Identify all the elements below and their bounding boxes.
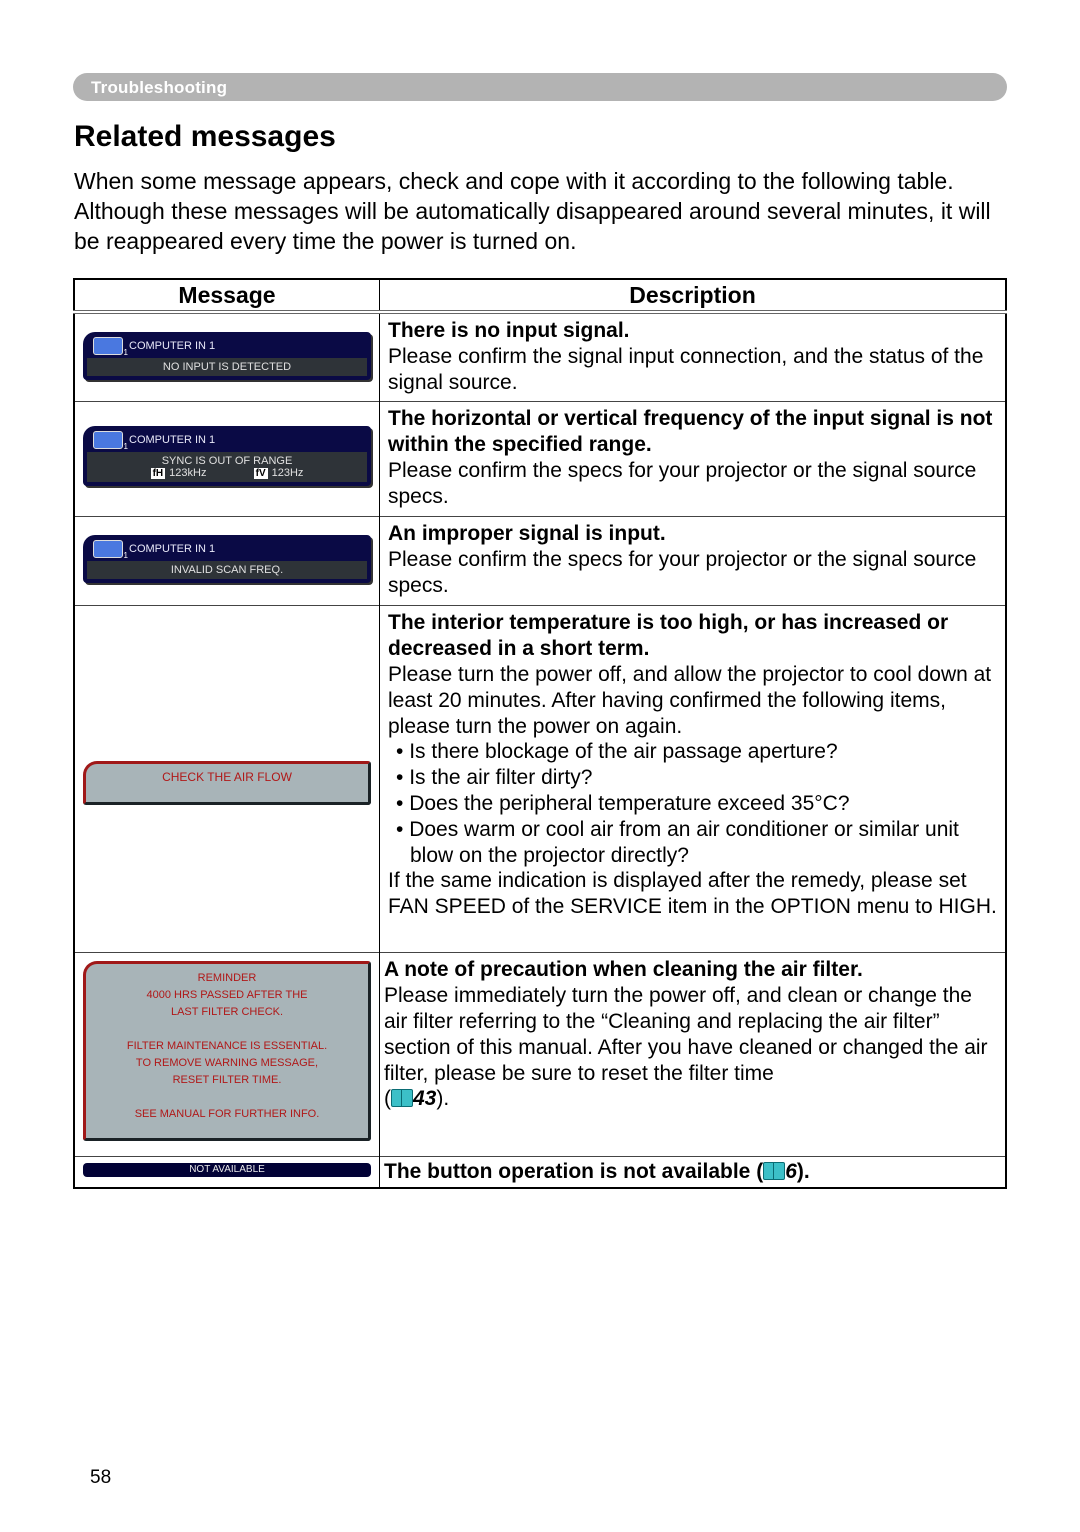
messages-table: Message Description COMPUTER IN 1 NO INP… — [73, 278, 1007, 1190]
page-number: 58 — [90, 1467, 112, 1488]
page-reference[interactable]: (6). — [756, 1160, 810, 1183]
message-cell: COMPUTER IN 1 SYNC IS OUT OF RANGE fH123… — [74, 401, 380, 517]
column-header-message: Message — [74, 279, 380, 314]
osd-message-check-air-flow: CHECK THE AIR FLOW — [83, 761, 371, 806]
osd-text: TO REMOVE WARNING MESSAGE, — [135, 1057, 319, 1070]
osd-text: FILTER MAINTENANCE IS ESSENTIAL. — [126, 1040, 328, 1053]
description-title: The button operation is not available (6… — [384, 1160, 810, 1184]
osd-message-sync-out-of-range: COMPUTER IN 1 SYNC IS OUT OF RANGE fH123… — [83, 426, 371, 487]
description-cell: An improper signal is input. Please conf… — [379, 516, 1006, 606]
osd-text: RESET FILTER TIME. — [172, 1074, 282, 1087]
description-footer: If the same indication is displayed afte… — [388, 869, 997, 919]
table-row: CHECK THE AIR FLOW The interior temperat… — [74, 605, 1006, 953]
description-cell: A note of precaution when cleaning the a… — [379, 952, 1006, 1157]
table-row: COMPUTER IN 1 NO INPUT IS DETECTED There… — [74, 311, 1006, 402]
description-body: Please immediately turn the power off, a… — [384, 984, 988, 1085]
description-body: Please confirm the specs for your projec… — [388, 548, 977, 597]
description-body: Please confirm the signal input connecti… — [388, 344, 984, 394]
message-cell: NOT AVAILABLE — [74, 1156, 380, 1189]
description-title: There is no input signal. — [388, 319, 630, 342]
checklist-item: • Does warm or cool air from an air cond… — [396, 817, 959, 867]
osd-source: COMPUTER IN 1 — [129, 543, 216, 556]
page-title: Related messages — [74, 120, 336, 153]
osd-message-filter-reminder: REMINDER 4000 HRS PASSED AFTER THE LAST … — [83, 961, 371, 1142]
osd-text: LAST FILTER CHECK. — [170, 1006, 284, 1019]
fh-icon: fH — [150, 468, 166, 480]
message-cell: CHECK THE AIR FLOW — [74, 605, 380, 953]
description-cell: There is no input signal. Please confirm… — [379, 311, 1006, 402]
page-reference[interactable]: (43). — [384, 1087, 449, 1110]
osd-source: COMPUTER IN 1 — [129, 340, 216, 352]
section-header-bar: Troubleshooting — [73, 73, 1007, 101]
fh-value: 123kHz — [169, 467, 207, 480]
checklist-item: • Is the air filter dirty? — [396, 766, 593, 790]
table-header-row: Message Description — [74, 279, 1006, 314]
description-title: The interior temperature is too high, or… — [388, 611, 949, 661]
computer-input-icon — [93, 540, 128, 560]
osd-text: SYNC IS OUT OF RANGE — [161, 455, 293, 468]
osd-text: REMINDER — [197, 972, 257, 985]
message-cell: REMINDER 4000 HRS PASSED AFTER THE LAST … — [74, 952, 380, 1157]
osd-text: INVALID SCAN FREQ. — [87, 561, 367, 580]
checklist-item: • Does the peripheral temperature exceed… — [396, 791, 850, 815]
fv-value: 123Hz — [271, 467, 304, 480]
message-cell: COMPUTER IN 1 INVALID SCAN FREQ. — [74, 516, 380, 606]
description-title: An improper signal is input. — [388, 522, 666, 546]
computer-input-icon — [93, 337, 128, 357]
osd-text: SEE MANUAL FOR FURTHER INFO. — [134, 1108, 320, 1121]
column-header-description: Description — [379, 279, 1006, 314]
computer-input-icon — [93, 431, 128, 451]
description-title: The horizontal or vertical frequency of … — [388, 407, 993, 457]
message-cell: COMPUTER IN 1 NO INPUT IS DETECTED — [74, 311, 380, 402]
fv-icon: fV — [253, 468, 268, 480]
osd-frequency-readout: fH 123kHz fV 123Hz — [87, 467, 367, 480]
description-cell: The button operation is not available (6… — [379, 1156, 1006, 1189]
description-cell: The interior temperature is too high, or… — [379, 605, 1006, 953]
checklist-item: • Is there blockage of the air passage a… — [396, 740, 838, 764]
osd-message-not-available: NOT AVAILABLE — [83, 1163, 371, 1178]
description-body: Please turn the power off, and allow the… — [388, 662, 992, 738]
table-row: REMINDER 4000 HRS PASSED AFTER THE LAST … — [74, 952, 1006, 1157]
osd-text: NO INPUT IS DETECTED — [87, 358, 367, 376]
intro-paragraph: When some message appears, check and cop… — [74, 168, 991, 254]
description-cell: The horizontal or vertical frequency of … — [379, 401, 1006, 517]
osd-message-invalid-scan: COMPUTER IN 1 INVALID SCAN FREQ. — [83, 535, 371, 584]
osd-message-no-input: COMPUTER IN 1 NO INPUT IS DETECTED — [83, 332, 371, 380]
description-title: A note of precaution when cleaning the a… — [384, 958, 863, 982]
description-body: Please confirm the specs for your projec… — [388, 458, 977, 508]
table-row: COMPUTER IN 1 INVALID SCAN FREQ. An impr… — [74, 516, 1006, 606]
section-label: Troubleshooting — [91, 78, 228, 97]
table-row: COMPUTER IN 1 SYNC IS OUT OF RANGE fH123… — [74, 401, 1006, 517]
osd-text: CHECK THE AIR FLOW — [162, 770, 292, 785]
osd-text: 4000 HRS PASSED AFTER THE — [146, 989, 308, 1002]
book-icon — [391, 1089, 413, 1108]
table-row: NOT AVAILABLE The button operation is no… — [74, 1156, 1006, 1189]
book-icon — [763, 1162, 786, 1181]
osd-source: COMPUTER IN 1 — [129, 434, 216, 447]
